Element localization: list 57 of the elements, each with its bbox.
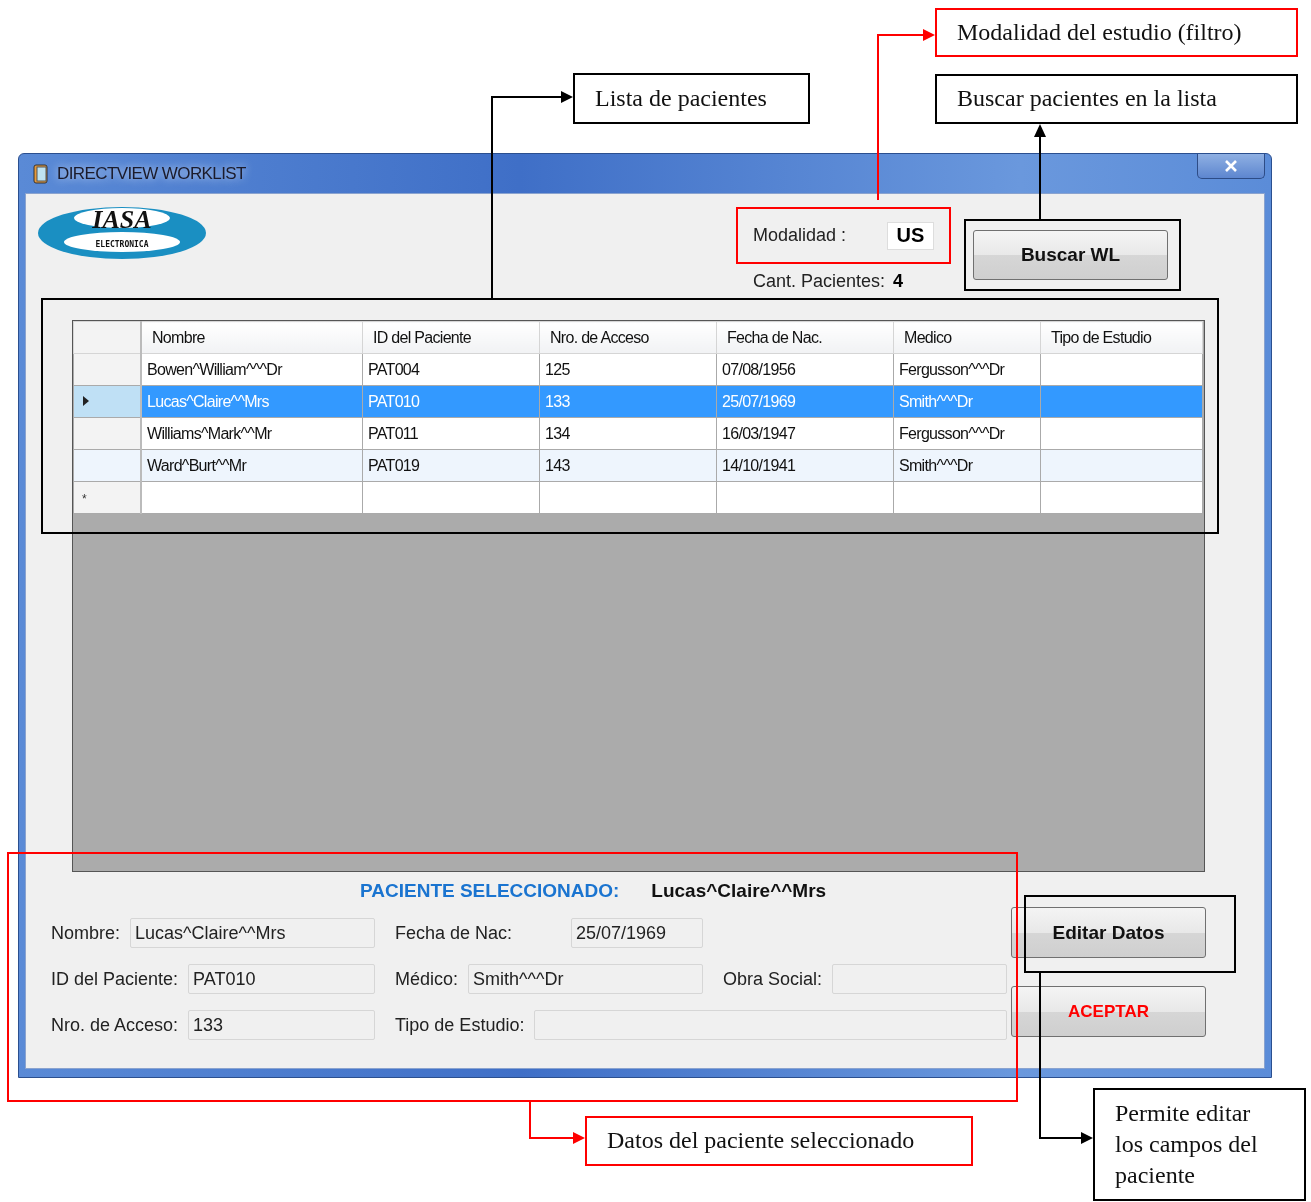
field-label: Médico: — [395, 968, 459, 990]
callout-label: Lista de pacientes — [573, 73, 810, 124]
column-header[interactable]: Medico — [893, 321, 1041, 354]
table-cell: 07/08/1956 — [716, 353, 894, 386]
callout-label: Datos del paciente seleccionado — [585, 1116, 973, 1166]
field-label: Fecha de Nac: — [395, 922, 513, 944]
table-row[interactable]: Bowen^William^^^Dr PAT004 125 07/08/1956 Fergusson^^^Dr — [73, 353, 1203, 386]
modality-label: Modalidad : — [753, 225, 847, 246]
table-cell: 143 — [539, 449, 717, 482]
table-cell: Smith^^^Dr — [893, 385, 1041, 418]
field-label: Obra Social: — [723, 968, 823, 990]
field-label: Nombre: — [51, 922, 121, 944]
table-cell: 125 — [539, 353, 717, 386]
field-label: Tipo de Estudio: — [395, 1014, 525, 1036]
callout-label: Permite editar los campos del paciente — [1093, 1088, 1306, 1201]
callout-label: Buscar pacientes en la lista — [935, 74, 1298, 124]
company-logo: IASA ELECTRONICA — [36, 204, 208, 262]
column-header[interactable]: Nombre — [141, 321, 363, 354]
column-header[interactable]: Tipo de Estudio — [1040, 321, 1203, 354]
table-cell: PAT010 — [362, 385, 540, 418]
table-cell: 14/10/1941 — [716, 449, 894, 482]
column-header[interactable]: ID del Paciente — [362, 321, 540, 354]
edit-button[interactable]: Editar Datos — [1011, 907, 1206, 958]
window-title: DIRECTVIEW WORKLIST — [57, 163, 246, 184]
input-field[interactable]: 133 — [188, 1010, 375, 1040]
input-field[interactable]: Smith^^^Dr — [468, 964, 703, 994]
modality-field[interactable]: US — [887, 221, 934, 250]
field-label: ID del Paciente: — [51, 968, 179, 990]
table-cell: Williams^Mark^^Mr — [141, 417, 363, 450]
table-cell: Bowen^William^^^Dr — [141, 353, 363, 386]
table-cell: Fergusson^^^Dr — [893, 353, 1041, 386]
table-cell: 134 — [539, 417, 717, 450]
column-header[interactable]: Fecha de Nac. — [716, 321, 894, 354]
table-row[interactable]: Ward^Burt^^Mr PAT019 143 14/10/1941 Smith^^^Dr — [73, 449, 1203, 482]
column-header[interactable]: Nro. de Acceso — [539, 321, 717, 354]
selected-patient-heading: PACIENTE SELECCIONADO: — [360, 880, 620, 902]
callout-label: Modalidad del estudio (filtro) — [935, 8, 1298, 57]
table-cell: 133 — [539, 385, 717, 418]
patient-count-label: Cant. Pacientes: — [753, 271, 886, 292]
input-field[interactable]: Lucas^Claire^^Mrs — [130, 918, 375, 948]
table-cell: 25/07/1969 — [716, 385, 894, 418]
field-label: Nro. de Acceso: — [51, 1014, 179, 1036]
table-cell: Fergusson^^^Dr — [893, 417, 1041, 450]
table-cell: PAT011 — [362, 417, 540, 450]
patient-count: 4 — [893, 271, 904, 292]
input-field[interactable]: 25/07/1969 — [571, 918, 703, 948]
table-cell: PAT004 — [362, 353, 540, 386]
new-row-marker: * — [82, 491, 86, 506]
input-field[interactable]: PAT010 — [188, 964, 375, 994]
table-cell: Lucas^Claire^^Mrs — [141, 385, 363, 418]
table-row[interactable]: Williams^Mark^^Mr PAT011 134 16/03/1947 Fergusson^^^Dr — [73, 417, 1203, 450]
table-cell: Ward^Burt^^Mr — [141, 449, 363, 482]
table-cell: 16/03/1947 — [716, 417, 894, 450]
table-cell: Smith^^^Dr — [893, 449, 1041, 482]
table-cell: PAT019 — [362, 449, 540, 482]
search-button[interactable]: Buscar WL — [973, 230, 1168, 280]
selected-patient-name: Lucas^Claire^^Mrs — [651, 880, 827, 902]
